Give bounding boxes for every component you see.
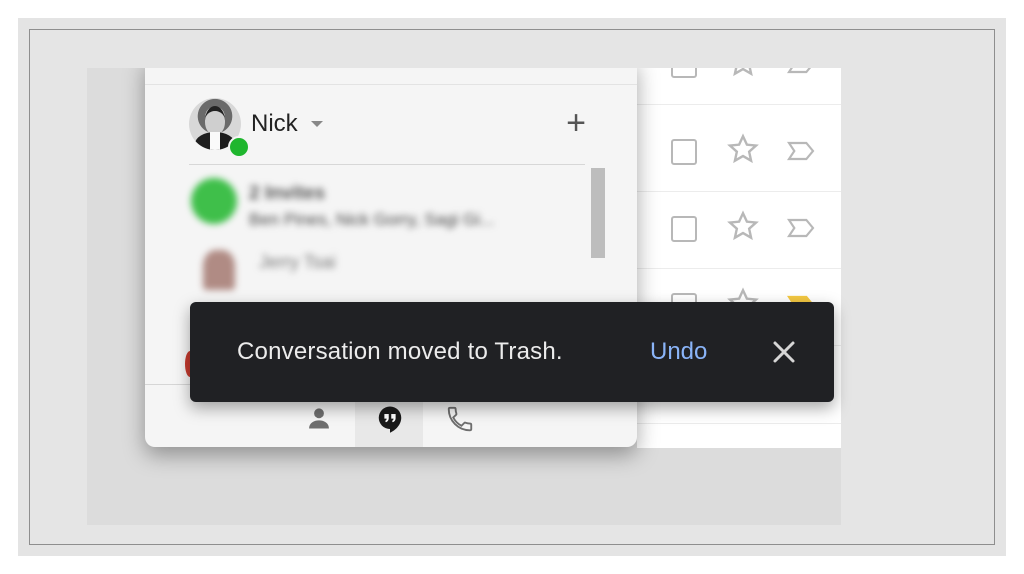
snackbar-message: Conversation moved to Trash. bbox=[237, 338, 563, 365]
conversation-avatar[interactable] bbox=[203, 250, 235, 290]
chevron-down-icon[interactable] bbox=[311, 121, 323, 127]
snackbar: Conversation moved to Trash. Undo bbox=[190, 302, 834, 402]
online-status-indicator bbox=[228, 136, 250, 158]
conversation-subtitle[interactable]: Ben Pines, Nick Gorry, Sagi Gi... bbox=[249, 210, 494, 230]
conversation-title[interactable]: Jerry Tsai bbox=[259, 252, 336, 273]
conversation-title[interactable]: 2 Invites bbox=[249, 183, 325, 205]
conversation-avatar[interactable] bbox=[191, 178, 237, 224]
phone-icon bbox=[447, 406, 473, 432]
label-tag-icon[interactable] bbox=[785, 212, 817, 244]
divider bbox=[189, 164, 585, 165]
inbox-row[interactable] bbox=[637, 68, 841, 105]
select-checkbox[interactable] bbox=[671, 139, 697, 165]
plus-icon[interactable]: + bbox=[561, 106, 591, 140]
inbox-row[interactable] bbox=[637, 115, 841, 192]
hangouts-quote-icon bbox=[378, 406, 402, 433]
inbox-row-partial bbox=[637, 423, 841, 449]
star-icon[interactable] bbox=[725, 68, 761, 80]
person-icon bbox=[309, 408, 329, 429]
conversation-list: 2 Invites Ben Pines, Nick Gorry, Sagi Gi… bbox=[189, 166, 585, 296]
label-tag-icon[interactable] bbox=[785, 135, 817, 167]
star-icon[interactable] bbox=[725, 208, 761, 244]
select-checkbox[interactable] bbox=[671, 68, 697, 78]
inbox-row[interactable] bbox=[637, 192, 841, 269]
select-checkbox[interactable] bbox=[671, 216, 697, 242]
gmail-hangouts-view: Nick + 2 Invites Ben Pines, Nick Gorry, … bbox=[87, 68, 841, 525]
divider bbox=[145, 84, 637, 85]
undo-button[interactable]: Undo bbox=[650, 338, 707, 366]
star-icon[interactable] bbox=[725, 131, 761, 167]
user-name[interactable]: Nick bbox=[251, 110, 298, 138]
close-icon[interactable] bbox=[766, 334, 802, 370]
scrollbar[interactable] bbox=[591, 168, 605, 258]
label-tag-icon[interactable] bbox=[785, 68, 817, 80]
